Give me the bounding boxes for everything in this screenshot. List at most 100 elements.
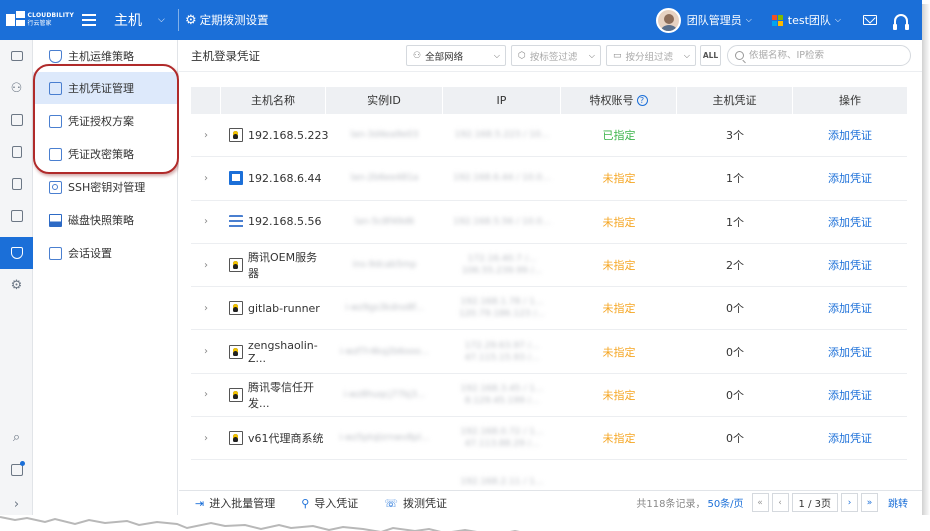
col-ip[interactable]: IP xyxy=(443,87,561,114)
table-row[interactable]: › v61代理商系统 i-wz5ptqlzrnwv8pl... 192.168.… xyxy=(191,417,907,461)
table-row[interactable]: › 192.168.6.44 lan-2b6ee481a 192.168.6.4… xyxy=(191,157,907,201)
host-name-cell[interactable]: v61代理商系统 xyxy=(221,430,326,446)
chevron-down-icon: ⌵ xyxy=(588,50,595,60)
headset-icon[interactable] xyxy=(893,13,909,30)
add-credential-link[interactable]: 添加凭证 xyxy=(793,257,907,273)
expand-row-icon[interactable]: › xyxy=(191,433,221,444)
batch-manage-button[interactable]: ⇥ 进入批量管理 xyxy=(195,495,275,511)
host-name[interactable]: 腾讯OEM服务器 xyxy=(248,249,326,281)
menu-item-password-change-policy[interactable]: 凭证改密策略 xyxy=(33,138,177,170)
todo-icon[interactable] xyxy=(0,454,33,486)
security-icon[interactable] xyxy=(0,237,33,269)
col-instance-id[interactable]: 实例ID xyxy=(326,87,443,114)
host-name-cell[interactable]: zengshaolin-Z... xyxy=(221,339,326,365)
ip-line: 192.168.6.44 / 10.0... xyxy=(453,173,551,184)
group-filter[interactable]: ▭ 按分组过滤 ⌵ xyxy=(606,45,696,66)
menu-item-host-credentials[interactable]: 主机凭证管理 xyxy=(33,72,177,104)
chevron-down-icon[interactable]: ⌵ xyxy=(746,15,752,25)
table-header: 主机名称 实例ID IP 特权账号? 主机凭证 操作 xyxy=(191,87,907,114)
lock-doc-icon xyxy=(49,147,62,161)
host-name-cell[interactable]: 腾讯OEM服务器 xyxy=(221,249,326,281)
ip-line: 120.79.186.123 /... xyxy=(458,309,546,320)
menu-item-session-settings[interactable]: 会话设置 xyxy=(33,237,177,269)
menu-item-disk-snapshot[interactable]: 磁盘快照策略 xyxy=(33,204,177,236)
page-indicator[interactable]: 1 / 3页 xyxy=(791,493,838,512)
menu-item-ssh-keypair[interactable]: SSH密钥对管理 xyxy=(33,171,177,203)
user-name[interactable]: 团队管理员 xyxy=(687,12,742,28)
add-credential-link[interactable]: 添加凭证 xyxy=(793,127,907,143)
table-row[interactable]: › zengshaolin-Z... i-wzf7r4kq2b6ooo... 1… xyxy=(191,330,907,374)
expand-row-icon[interactable]: › xyxy=(191,216,221,227)
jump-button[interactable]: 跳转 xyxy=(888,495,908,510)
col-host-name[interactable]: 主机名称 xyxy=(221,87,326,114)
search-input[interactable] xyxy=(749,50,909,61)
menu-toggle-icon[interactable] xyxy=(82,14,96,26)
module-title[interactable]: 主机 xyxy=(114,10,154,30)
expand-row-icon[interactable]: › xyxy=(191,173,221,184)
host-name[interactable]: 192.168.5.223 xyxy=(248,129,328,142)
host-name[interactable]: v61代理商系统 xyxy=(248,430,324,446)
first-page-button[interactable]: « xyxy=(751,493,769,512)
probe-settings-link[interactable]: ⚙ 定期拨测设置 xyxy=(185,12,269,28)
avatar[interactable] xyxy=(655,7,681,33)
table-row[interactable]: › 腾讯OEM服务器 ins-9dcab5mp 172.16.40.7 /...… xyxy=(191,244,907,288)
table-row[interactable]: › gitlab-runner i-wz9gs3kdno8f... 192.16… xyxy=(191,287,907,331)
help-icon[interactable]: ? xyxy=(636,95,648,106)
host-name[interactable]: zengshaolin-Z... xyxy=(248,339,326,365)
add-credential-link[interactable]: 添加凭证 xyxy=(793,214,907,230)
import-credential-button[interactable]: ⚲ 导入凭证 xyxy=(301,495,358,511)
topology-icon[interactable]: ⚇ xyxy=(0,72,33,104)
tag-filter[interactable]: ⬡ 按标签过滤 ⌵ xyxy=(511,45,601,66)
table-row[interactable]: › 192.168.5.56 lan-5c8f49d6 192.168.5.56… xyxy=(191,201,907,244)
host-name-cell[interactable]: 192.168.5.56 xyxy=(221,214,326,229)
add-credential-link[interactable]: 添加凭证 xyxy=(793,300,907,316)
add-credential-link[interactable]: 添加凭证 xyxy=(793,344,907,360)
host-name[interactable]: 腾讯零信任开发... xyxy=(248,379,326,411)
dial-credential-button[interactable]: ☏ 拨测凭证 xyxy=(384,495,447,511)
expand-row-icon[interactable]: › xyxy=(191,130,221,141)
search-icon[interactable]: ⌕ xyxy=(0,421,33,453)
last-page-button[interactable]: » xyxy=(861,493,878,512)
dial-credential-label: 拨测凭证 xyxy=(403,497,448,510)
menu-item-host-ops-policy[interactable]: 主机运维策略 xyxy=(33,40,177,72)
prev-page-button[interactable]: ‹ xyxy=(771,493,789,512)
col-privileged-account[interactable]: 特权账号? xyxy=(561,87,677,114)
instance-id: lan-2b6ee481a xyxy=(350,173,419,184)
add-credential-link[interactable]: 添加凭证 xyxy=(793,170,907,186)
add-credential-link[interactable]: 添加凭证 xyxy=(793,387,907,403)
add-credential-link[interactable]: 添加凭证 xyxy=(793,430,907,446)
all-toggle-button[interactable]: ALL xyxy=(700,45,721,66)
logo[interactable]: CLOUDBILITY 行云管家 xyxy=(0,11,74,29)
host-name[interactable]: 192.168.5.56 xyxy=(248,215,321,228)
host-name[interactable]: gitlab-runner xyxy=(248,302,320,315)
monitor-icon[interactable] xyxy=(0,40,33,72)
search-box[interactable] xyxy=(727,45,911,66)
pulse-icon[interactable] xyxy=(0,200,33,232)
col-host-credential[interactable]: 主机凭证 xyxy=(677,87,793,114)
expand-row-icon[interactable]: › xyxy=(191,389,221,400)
table-row[interactable]: › 192.168.5.223 lan-3d4ea9e03 192.168.5.… xyxy=(191,114,907,158)
expand-row-icon[interactable]: › xyxy=(191,346,221,357)
clipboard-icon[interactable] xyxy=(0,136,33,168)
menu-item-credential-auth-plan[interactable]: 凭证授权方案 xyxy=(33,105,177,137)
expand-row-icon[interactable]: › xyxy=(191,303,221,314)
team-switcher[interactable]: test团队 ⌵ xyxy=(771,12,841,28)
page-size-select[interactable]: 50条/页 xyxy=(707,495,743,510)
report-icon[interactable] xyxy=(0,168,33,200)
folder-icon[interactable] xyxy=(0,104,33,136)
table-row[interactable]: 192.168.2.11 / 1... xyxy=(191,460,907,490)
host-name-cell[interactable]: 腾讯零信任开发... xyxy=(221,379,326,411)
table-row[interactable]: › 腾讯零信任开发... i-wz8huqcj77bj3... 192.168.… xyxy=(191,374,907,418)
gear-icon[interactable]: ⚙ xyxy=(0,269,33,301)
host-name[interactable]: 192.168.6.44 xyxy=(248,172,321,185)
next-page-button[interactable]: › xyxy=(841,493,858,512)
team-logo-icon xyxy=(771,14,783,26)
chevron-down-icon[interactable]: ⌵ xyxy=(158,15,178,25)
expand-row-icon[interactable]: › xyxy=(191,260,221,271)
menu-item-label: SSH密钥对管理 xyxy=(68,181,146,194)
host-name-cell[interactable]: gitlab-runner xyxy=(221,301,326,316)
host-name-cell[interactable]: 192.168.6.44 xyxy=(221,171,326,186)
mail-icon[interactable] xyxy=(863,15,877,25)
network-select[interactable]: ⚇ 全部网络 ⌵ xyxy=(406,45,506,66)
host-name-cell[interactable]: 192.168.5.223 xyxy=(221,128,328,143)
